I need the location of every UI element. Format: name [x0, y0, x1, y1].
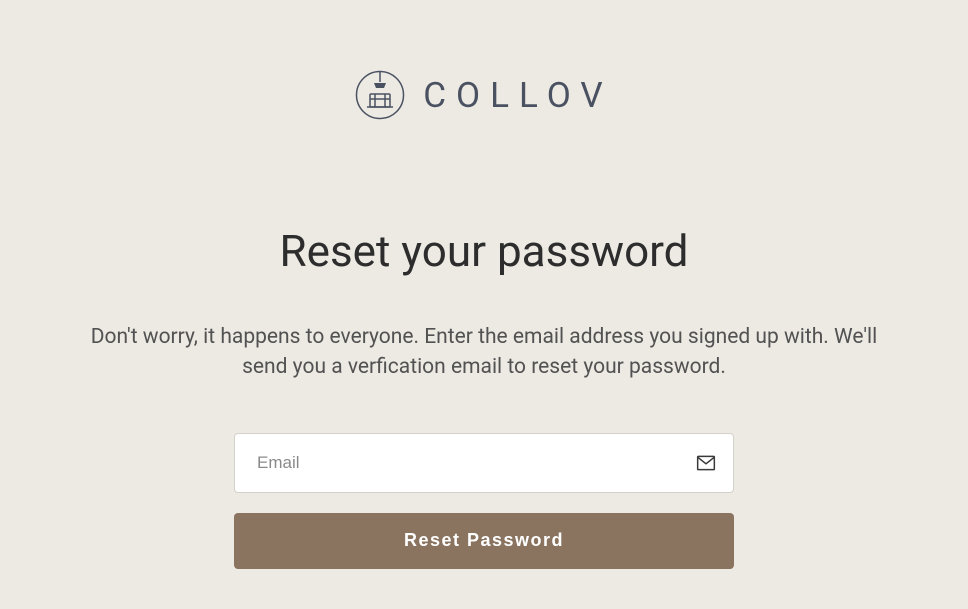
logo-container: COLLOV	[355, 70, 612, 120]
email-field[interactable]	[234, 433, 734, 493]
email-input-wrapper	[234, 433, 734, 493]
reset-form: Reset Password	[234, 433, 734, 569]
instruction-text: Don't worry, it happens to everyone. Ent…	[79, 322, 889, 383]
reset-password-button[interactable]: Reset Password	[234, 513, 734, 569]
brand-name: COLLOV	[423, 75, 612, 116]
mail-icon	[696, 453, 716, 473]
furniture-lamp-icon	[355, 70, 405, 120]
page-heading: Reset your password	[280, 225, 689, 277]
